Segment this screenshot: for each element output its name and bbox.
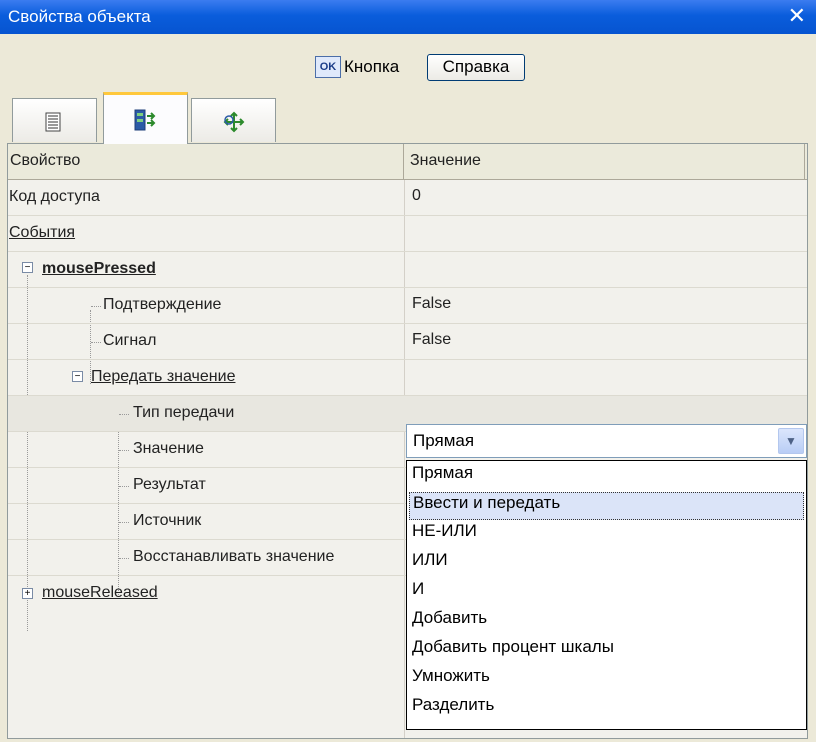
window-title: Свойства объекта [8, 7, 151, 26]
row-label: Сигнал [103, 332, 157, 349]
row-label: Тип передачи [133, 404, 235, 421]
tab-properties[interactable] [12, 98, 97, 142]
row-value[interactable]: 0 [412, 187, 421, 205]
help-button[interactable]: Справка [427, 54, 525, 81]
tree-line [119, 522, 129, 523]
dropdown-option[interactable]: Прямая [412, 463, 473, 491]
expand-icon[interactable]: + [22, 588, 33, 599]
transfer-type-dropdown-list[interactable]: Прямая Ввести и передать НЕ-ИЛИ ИЛИ И До… [406, 460, 807, 730]
row-signal[interactable]: Сигнал False [8, 324, 807, 360]
dropdown-option[interactable]: Добавить [412, 608, 487, 636]
tree-line [119, 558, 129, 559]
collapse-icon[interactable]: − [72, 371, 83, 382]
row-value[interactable]: False [412, 295, 451, 313]
close-icon[interactable]: ✕ [788, 3, 806, 29]
events-icon [134, 109, 156, 131]
dropdown-option[interactable]: Разделить [412, 695, 494, 723]
object-properties-window: Свойства объекта ✕ OK Кнопка Справка Сво… [0, 0, 816, 742]
row-confirmation[interactable]: Подтверждение False [8, 288, 807, 324]
dropdown-option[interactable]: Добавить процент шкалы [412, 637, 614, 665]
row-label: Код доступа [9, 188, 100, 205]
dropdown-option[interactable]: Умножить [412, 666, 490, 694]
grid-header: Свойство Значение [8, 144, 807, 180]
tree-line [119, 414, 129, 415]
collapse-icon[interactable]: − [22, 262, 33, 273]
row-label: Источник [133, 512, 202, 529]
move-icon [223, 111, 245, 133]
object-header: OK Кнопка Справка [0, 54, 816, 82]
row-label: Результат [133, 476, 206, 493]
row-label: mousePressed [42, 260, 156, 277]
row-mouse-pressed[interactable]: − mousePressed [8, 252, 807, 288]
dropdown-option[interactable]: И [412, 579, 424, 607]
transfer-type-combobox[interactable]: Прямая ▼ [406, 424, 807, 458]
tree-line [91, 306, 101, 307]
tree-line [119, 486, 129, 487]
chevron-down-icon[interactable]: ▼ [778, 428, 804, 454]
dropdown-option[interactable]: ИЛИ [412, 550, 448, 578]
header-value[interactable]: Значение [405, 144, 805, 179]
row-label: mouseReleased [42, 584, 158, 601]
object-name: Кнопка [344, 57, 400, 76]
row-label: Восстанавливать значение [133, 548, 335, 565]
row-events[interactable]: События [8, 216, 807, 252]
title-bar[interactable]: Свойства объекта ✕ [0, 0, 816, 34]
tree-line [91, 342, 101, 343]
dropdown-option[interactable]: НЕ-ИЛИ [412, 521, 477, 549]
button-object-icon: OK [315, 56, 341, 78]
combobox-selected: Прямая [413, 431, 475, 450]
row-label: События [9, 224, 76, 241]
row-pass-value[interactable]: − Передать значение [8, 360, 807, 396]
row-label: Подтверждение [103, 296, 222, 313]
list-icon [45, 112, 61, 132]
row-label: Значение [133, 440, 204, 457]
dropdown-option-hovered[interactable]: Ввести и передать [409, 492, 804, 520]
tab-movement[interactable] [191, 98, 276, 142]
row-value[interactable]: False [412, 331, 451, 349]
tree-line [119, 450, 129, 451]
tab-events[interactable] [103, 92, 188, 144]
row-access-code[interactable]: Код доступа 0 [8, 180, 807, 216]
header-property[interactable]: Свойство [8, 144, 404, 179]
property-grid: Свойство Значение Код доступа 0 События … [7, 143, 808, 739]
row-label: Передать значение [91, 368, 236, 385]
